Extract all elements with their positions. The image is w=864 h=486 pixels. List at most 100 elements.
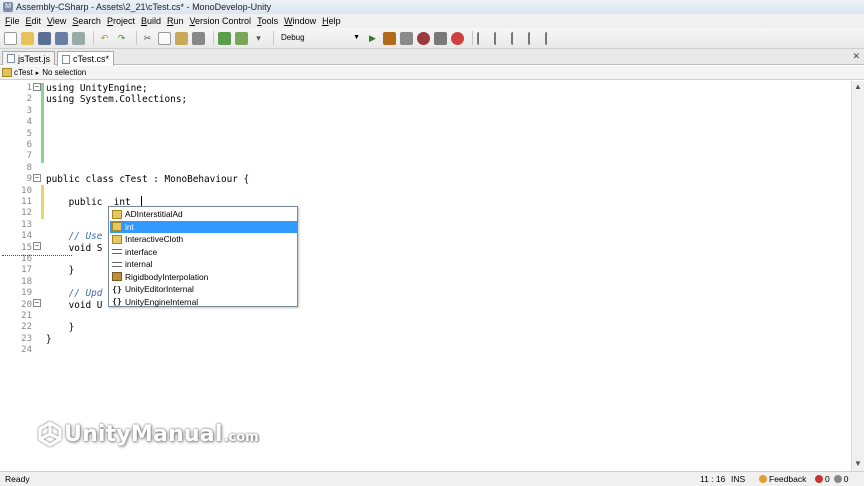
code-line[interactable]: public class cTest : MonoBehaviour { — [46, 174, 249, 185]
print-icon[interactable] — [72, 31, 85, 45]
menu-view[interactable]: View — [44, 16, 69, 26]
dropdown-arrow-icon[interactable]: ▾ — [252, 32, 265, 45]
debug-step-icon[interactable] — [383, 31, 396, 45]
line-number: 10 — [21, 185, 32, 196]
menu-label-rest: ile — [10, 16, 20, 26]
insert-mode: INS — [731, 474, 746, 484]
run-icon[interactable]: ▶ — [366, 32, 379, 45]
uncomment-icon[interactable] — [528, 31, 541, 45]
completion-item[interactable]: {} UnityEditorInternal — [110, 283, 297, 296]
code-line[interactable]: } — [46, 265, 75, 276]
menu-run[interactable]: Run — [164, 16, 187, 26]
fold-toggle-icon[interactable]: − — [33, 299, 41, 307]
code-text: void U — [46, 299, 103, 311]
redo-icon[interactable]: ↷ — [115, 32, 128, 45]
bookmark-icon[interactable] — [545, 31, 558, 45]
path-member[interactable]: No selection — [42, 68, 86, 77]
status-text: Ready — [5, 474, 30, 484]
path-class[interactable]: cTest — [14, 68, 33, 77]
menu-bar: File Edit View Search Project Build Run Version… — [0, 14, 864, 28]
completion-label: UnityEngineInternal — [125, 296, 199, 307]
completion-item[interactable]: RigidbodyInterpolation — [110, 271, 297, 284]
class-icon — [112, 234, 122, 244]
code-line[interactable]: void U — [46, 299, 103, 311]
menu-file[interactable]: File — [2, 16, 23, 26]
menu-label-rest: dit — [31, 16, 42, 26]
menu-edit[interactable]: Edit — [23, 16, 45, 26]
code-line[interactable]: using System.Collections; — [46, 94, 187, 105]
menu-label-rest: earch — [78, 16, 101, 26]
feedback-button[interactable]: Feedback — [759, 474, 806, 484]
menu-label-rest: ools — [261, 16, 279, 26]
comment-icon[interactable] — [511, 31, 524, 45]
menu-search[interactable]: Search — [69, 16, 104, 26]
undo-icon[interactable]: ↶ — [98, 32, 111, 45]
stop-icon[interactable] — [451, 31, 464, 45]
copy-icon[interactable] — [158, 31, 171, 45]
code-line[interactable]: using UnityEngine; — [46, 83, 148, 94]
cut-icon[interactable]: ✂ — [141, 32, 154, 45]
fold-toggle-icon[interactable]: − — [33, 242, 41, 250]
open-folder-icon[interactable] — [21, 31, 34, 45]
line-number: 9 — [26, 174, 32, 185]
code-line[interactable]: // Use — [46, 231, 103, 242]
line-number: 1 — [26, 83, 32, 93]
scroll-down-icon[interactable]: ▼ — [854, 459, 862, 468]
indent-icon[interactable] — [477, 31, 490, 45]
rebuild-icon[interactable] — [235, 31, 248, 45]
menu-project[interactable]: Project — [104, 16, 138, 26]
code-text: } — [46, 322, 75, 334]
code-comment: // Upd — [68, 288, 103, 300]
completion-item[interactable]: InteractiveCloth — [110, 233, 297, 246]
menu-label-rest: indow — [292, 16, 317, 26]
vertical-scrollbar[interactable]: ▲ ▼ — [851, 81, 864, 471]
configuration-select[interactable]: Debug ▼ — [278, 31, 362, 45]
code-line[interactable]: } — [46, 322, 75, 334]
code-line[interactable]: } — [46, 334, 52, 345]
completion-item[interactable]: ADInterstitialAd — [110, 208, 297, 221]
error-counter[interactable]: 0 0 — [815, 474, 848, 484]
menu-build[interactable]: Build — [138, 16, 164, 26]
code-text: using UnityEngine; — [46, 83, 148, 94]
change-marker — [41, 83, 44, 163]
fold-toggle-icon[interactable]: − — [33, 174, 41, 182]
save-all-icon[interactable] — [55, 31, 68, 45]
completion-label: interface — [125, 246, 158, 257]
close-icon[interactable]: ✕ — [852, 51, 860, 62]
completion-item[interactable]: int — [110, 220, 297, 233]
menu-window[interactable]: Window — [281, 16, 319, 26]
unindent-icon[interactable] — [494, 31, 507, 45]
code-line[interactable]: // Upd — [46, 288, 103, 300]
menu-tools[interactable]: Tools — [254, 16, 281, 26]
toolbar-separator — [472, 31, 473, 45]
menu-help[interactable]: Help — [319, 16, 344, 26]
completion-label: ADInterstitialAd — [125, 209, 183, 220]
breakpoint-icon[interactable] — [417, 31, 430, 45]
step-over-icon[interactable] — [434, 31, 447, 45]
build-icon[interactable] — [218, 31, 231, 45]
tab-jstest[interactable]: jsTest.js — [2, 51, 56, 65]
code-text: using System.Collections; — [46, 94, 188, 106]
window-title: Assembly-CSharp - Assets\2_21\cTest.cs* … — [16, 2, 272, 12]
class-icon — [2, 68, 12, 77]
line-number: 3 — [26, 105, 32, 116]
new-file-icon[interactable] — [4, 31, 17, 45]
configuration-value: Debug — [281, 33, 305, 42]
code-text: public class cTest : MonoBehaviour { — [46, 174, 250, 186]
code-completion-list[interactable]: ADInterstitialAd int InteractiveCloth inter… — [108, 206, 298, 307]
line-number: 21 — [21, 311, 32, 321]
tab-label: jsTest.js — [18, 53, 51, 64]
attach-icon[interactable] — [400, 31, 413, 45]
delete-icon[interactable] — [192, 31, 205, 45]
scroll-up-icon[interactable]: ▲ — [854, 82, 862, 91]
completion-item[interactable]: {} UnityEngineInternal — [110, 296, 297, 309]
code-editor[interactable]: 1 2 3 4 5 6 7 8 9 10 11 12 13 14 15 16 17 18 19 20 21 22 23 24 … — [0, 81, 851, 471]
save-icon[interactable] — [38, 31, 51, 45]
tab-ctest[interactable]: cTest.cs* — [57, 51, 115, 66]
menu-version-control[interactable]: Version Control — [187, 16, 255, 26]
fold-toggle-icon[interactable]: − — [33, 83, 41, 91]
completion-item[interactable]: interface — [110, 246, 297, 259]
paste-icon[interactable] — [175, 31, 188, 45]
completion-item[interactable]: internal — [110, 258, 297, 271]
